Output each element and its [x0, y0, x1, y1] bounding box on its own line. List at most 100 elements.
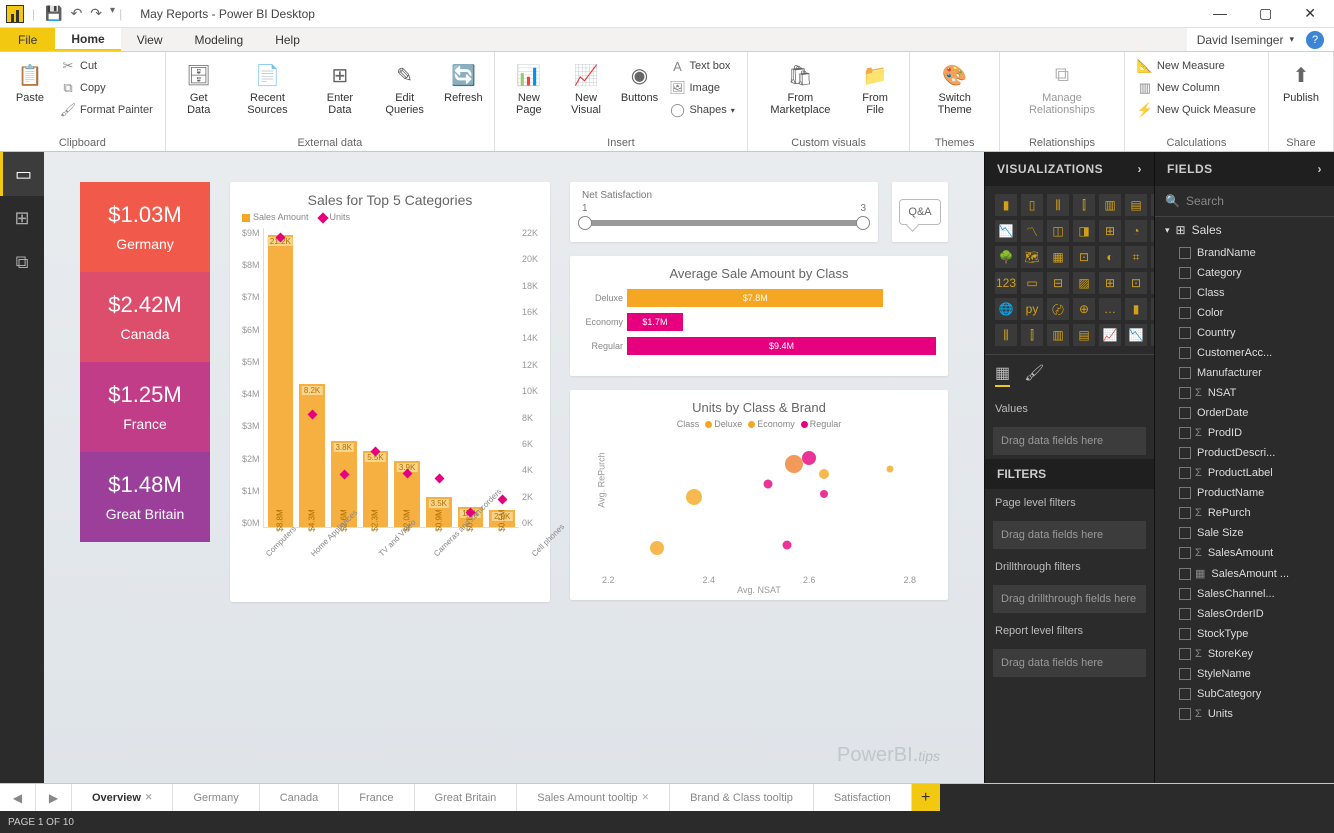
visual-type-icon[interactable]: ⊞: [1099, 220, 1121, 242]
field-item[interactable]: ▦SalesAmount ...: [1155, 563, 1334, 584]
buttons-button[interactable]: ◉Buttons: [617, 56, 661, 108]
field-item[interactable]: ΣStoreKey: [1155, 644, 1334, 664]
table-sales[interactable]: ▾⊞Sales: [1155, 217, 1334, 243]
tab-home[interactable]: Home: [55, 28, 120, 51]
visual-type-icon[interactable]: py: [1021, 298, 1043, 320]
field-checkbox[interactable]: [1179, 547, 1191, 559]
visual-type-icon[interactable]: ▥: [1099, 194, 1121, 216]
visual-type-icon[interactable]: 123: [995, 272, 1017, 294]
help-icon[interactable]: ?: [1306, 31, 1324, 49]
visual-type-icon[interactable]: ⫼: [995, 324, 1017, 346]
visual-type-icon[interactable]: ◐: [1099, 246, 1121, 268]
visual-type-icon[interactable]: 📉: [1125, 324, 1147, 346]
field-checkbox[interactable]: [1179, 307, 1191, 319]
field-checkbox[interactable]: [1179, 668, 1191, 680]
undo-icon[interactable]: ↶: [71, 5, 83, 22]
enter-data-button[interactable]: ⊞Enter Data: [311, 56, 368, 120]
field-item[interactable]: ProductDescri...: [1155, 443, 1334, 463]
field-item[interactable]: Color: [1155, 303, 1334, 323]
new-visual-button[interactable]: 📈New Visual: [559, 56, 614, 120]
copy-button[interactable]: ⧉Copy: [56, 78, 157, 98]
page-tab[interactable]: Sales Amount tooltip✕: [517, 784, 670, 811]
field-checkbox[interactable]: [1179, 467, 1191, 479]
tab-help[interactable]: Help: [259, 28, 316, 51]
field-checkbox[interactable]: [1179, 628, 1191, 640]
field-checkbox[interactable]: [1179, 367, 1191, 379]
get-data-button[interactable]: 🗄Get Data: [174, 56, 224, 120]
cut-button[interactable]: ✂Cut: [56, 56, 157, 76]
image-button[interactable]: 🖼Image: [665, 78, 738, 98]
new-measure-button[interactable]: 📐New Measure: [1133, 56, 1260, 76]
field-item[interactable]: ProductName: [1155, 483, 1334, 503]
values-dropzone[interactable]: Drag data fields here: [993, 427, 1146, 455]
page-tab[interactable]: France: [339, 784, 414, 811]
recent-sources-button[interactable]: 📄Recent Sources: [228, 56, 308, 120]
net-satisfaction-slicer[interactable]: Net Satisfaction 13: [570, 182, 878, 242]
visual-type-icon[interactable]: ⊕: [1073, 298, 1095, 320]
report-canvas[interactable]: $1.03MGermany$2.42MCanada$1.25MFrance$1.…: [44, 152, 984, 783]
field-item[interactable]: StockType: [1155, 624, 1334, 644]
visual-type-icon[interactable]: ▮: [1125, 298, 1147, 320]
field-item[interactable]: ΣProductLabel: [1155, 463, 1334, 483]
report-filters-dropzone[interactable]: Drag data fields here: [993, 649, 1146, 677]
field-item[interactable]: OrderDate: [1155, 403, 1334, 423]
page-tab[interactable]: Brand & Class tooltip: [670, 784, 814, 811]
refresh-button[interactable]: 🔄Refresh: [441, 56, 486, 108]
visual-type-icon[interactable]: ⊟: [1047, 272, 1069, 294]
kpi-card[interactable]: $1.03MGermany: [80, 182, 210, 272]
sales-top5-chart[interactable]: Sales for Top 5 Categories Sales Amount …: [230, 182, 550, 602]
paste-button[interactable]: 📋Paste: [8, 56, 52, 108]
field-checkbox[interactable]: [1179, 588, 1191, 600]
field-checkbox[interactable]: [1179, 347, 1191, 359]
visual-type-icon[interactable]: 📈: [1099, 324, 1121, 346]
field-item[interactable]: SalesChannel...: [1155, 584, 1334, 604]
field-item[interactable]: Country: [1155, 323, 1334, 343]
page-tab[interactable]: Canada: [260, 784, 340, 811]
visual-type-icon[interactable]: ⫿: [1073, 194, 1095, 216]
format-painter-button[interactable]: 🖌Format Painter: [56, 100, 157, 120]
shapes-button[interactable]: ◯Shapes ▾: [665, 100, 738, 120]
new-column-button[interactable]: ▥New Column: [1133, 78, 1260, 98]
visual-type-icon[interactable]: ▮: [995, 194, 1017, 216]
publish-button[interactable]: ⬆Publish: [1277, 56, 1325, 108]
field-item[interactable]: Manufacturer: [1155, 363, 1334, 383]
kpi-card[interactable]: $2.42MCanada: [80, 272, 210, 362]
tab-modeling[interactable]: Modeling: [178, 28, 259, 51]
switch-theme-button[interactable]: 🎨Switch Theme: [918, 56, 991, 120]
visual-type-icon[interactable]: ◨: [1073, 220, 1095, 242]
field-checkbox[interactable]: [1179, 427, 1191, 439]
field-item[interactable]: ΣRePurch: [1155, 503, 1334, 523]
fields-search[interactable]: 🔍Search: [1155, 186, 1334, 217]
field-checkbox[interactable]: [1179, 327, 1191, 339]
visual-type-icon[interactable]: 📉: [995, 220, 1017, 242]
textbox-button[interactable]: AText box: [665, 56, 738, 76]
visual-type-icon[interactable]: ⊡: [1073, 246, 1095, 268]
page-tab[interactable]: Great Britain: [415, 784, 518, 811]
visual-type-icon[interactable]: 🌳: [995, 246, 1017, 268]
qna-button[interactable]: Q&A: [892, 182, 948, 242]
visual-type-icon[interactable]: 〽: [1021, 220, 1043, 242]
close-button[interactable]: ✕: [1304, 5, 1316, 22]
units-by-class-brand-chart[interactable]: Units by Class & Brand ClassDeluxeEconom…: [570, 390, 948, 600]
from-file-button[interactable]: 📁From File: [849, 56, 901, 120]
field-checkbox[interactable]: [1179, 507, 1191, 519]
field-checkbox[interactable]: [1179, 487, 1191, 499]
qat-dropdown-icon[interactable]: ▾: [110, 5, 115, 22]
maximize-button[interactable]: ▢: [1259, 5, 1272, 22]
model-view-icon[interactable]: ⧉: [0, 240, 44, 284]
visual-type-icon[interactable]: ▯: [1021, 194, 1043, 216]
slider-track[interactable]: [582, 220, 866, 226]
page-filters-dropzone[interactable]: Drag data fields here: [993, 521, 1146, 549]
field-checkbox[interactable]: [1179, 608, 1191, 620]
avg-sale-by-class-chart[interactable]: Average Sale Amount by Class Deluxe$7.8M…: [570, 256, 948, 376]
field-item[interactable]: Class: [1155, 283, 1334, 303]
kpi-card[interactable]: $1.48MGreat Britain: [80, 452, 210, 542]
field-checkbox[interactable]: [1179, 407, 1191, 419]
visual-type-icon[interactable]: 🌐: [995, 298, 1017, 320]
visual-type-icon[interactable]: …: [1099, 298, 1121, 320]
from-marketplace-button[interactable]: 🛍From Marketplace: [756, 56, 845, 120]
field-checkbox[interactable]: [1179, 527, 1191, 539]
page-nav-next[interactable]: ▶: [36, 784, 72, 811]
field-checkbox[interactable]: [1179, 267, 1191, 279]
visual-type-icon[interactable]: ◫: [1047, 220, 1069, 242]
